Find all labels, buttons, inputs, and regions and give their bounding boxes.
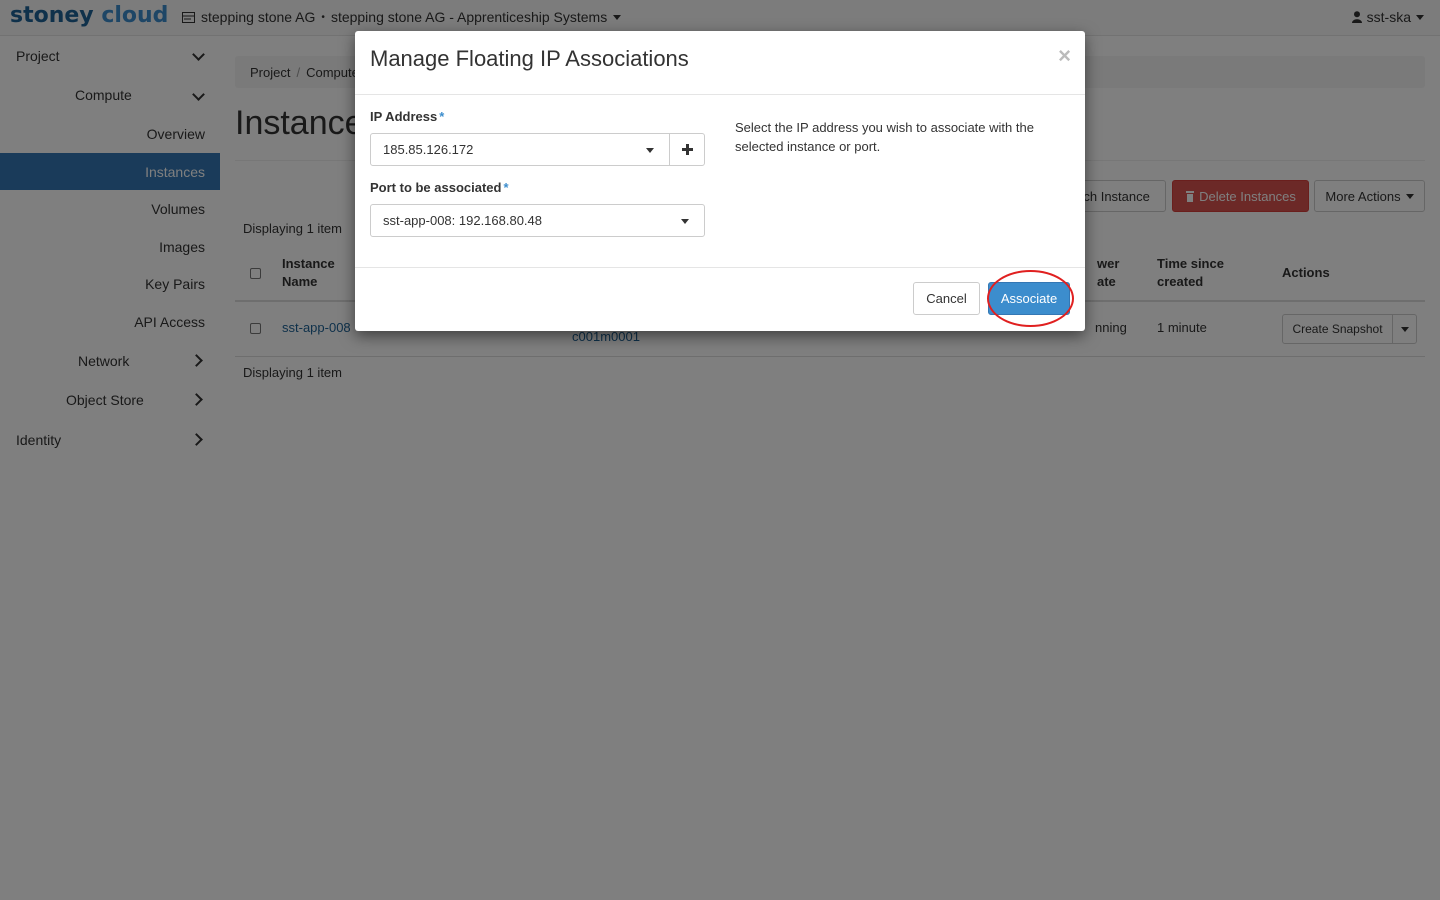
ip-address-select[interactable]: 185.85.126.172: [370, 133, 670, 166]
ip-address-value: 185.85.126.172: [383, 142, 474, 157]
modal-footer-divider: [355, 267, 1085, 268]
port-value: sst-app-008: 192.168.80.48: [383, 213, 543, 228]
required-marker: *: [503, 180, 509, 195]
floating-ip-modal: Manage Floating IP Associations × IP Add…: [355, 31, 1085, 331]
port-select[interactable]: sst-app-008: 192.168.80.48: [370, 204, 705, 237]
modal-header: Manage Floating IP Associations ×: [355, 31, 1085, 95]
required-marker: *: [439, 109, 445, 124]
caret-down-icon: [646, 148, 654, 153]
ip-address-label: IP Address *: [370, 109, 444, 124]
help-text: Select the IP address you wish to associ…: [735, 120, 1034, 154]
cancel-button[interactable]: Cancel: [913, 282, 980, 315]
port-label: Port to be associated *: [370, 180, 509, 195]
cancel-label: Cancel: [926, 291, 967, 306]
add-ip-button[interactable]: [669, 133, 705, 166]
port-label-text: Port to be associated: [370, 180, 502, 195]
close-icon[interactable]: ×: [1058, 43, 1071, 69]
highlight-circle: [987, 270, 1074, 327]
modal-title: Manage Floating IP Associations: [370, 46, 689, 71]
caret-down-icon: [681, 219, 689, 224]
plus-icon: [681, 144, 693, 155]
ip-address-label-text: IP Address: [370, 109, 438, 124]
